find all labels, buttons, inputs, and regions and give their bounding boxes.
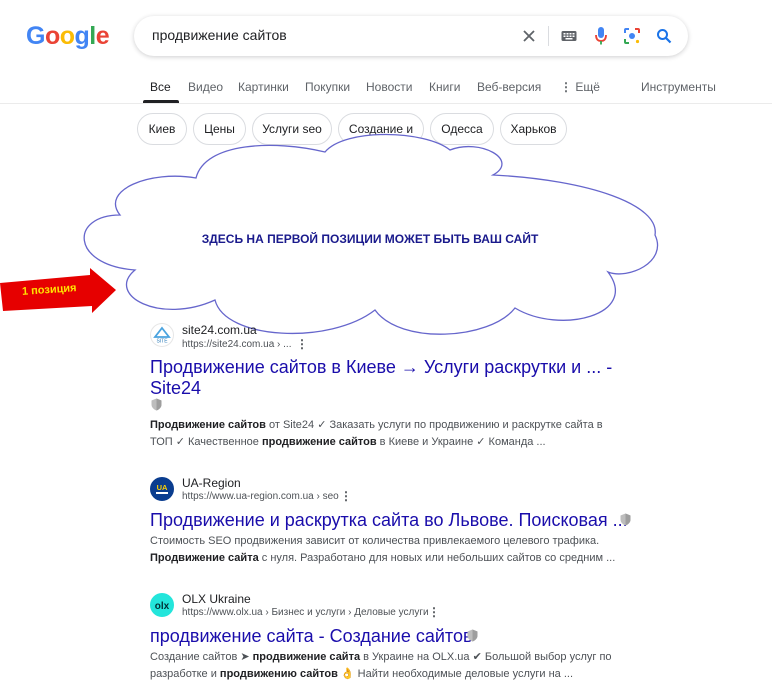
snippet-bold: Продвижение сайтов — [150, 419, 266, 431]
snippet-bold: продвижению сайтов — [219, 668, 338, 680]
shield-icon[interactable] — [151, 398, 162, 411]
snippet-bold: Продвижение сайта — [150, 552, 259, 564]
svg-text:SITE: SITE — [156, 339, 168, 345]
result-url[interactable]: https://site24.com.ua › ... — [182, 339, 292, 350]
result-title[interactable]: Продвижение и раскрутка сайта во Львове.… — [150, 510, 628, 531]
result-site-name[interactable]: site24.com.ua — [182, 323, 257, 337]
result-url[interactable]: https://www.ua-region.com.ua › seo — [182, 491, 339, 502]
result-title[interactable]: Продвижение сайтов в Киеве → Услуги раск… — [150, 357, 612, 378]
snippet-text: разработке и — [150, 668, 220, 680]
snippet-text: с нуля. Разработано для новых или неболь… — [258, 552, 616, 564]
result-site-name[interactable]: UA-Region — [182, 476, 241, 490]
result-snippet-line: Создание сайтов ➤ продвижение сайта в Ук… — [150, 649, 612, 666]
result-snippet-line: разработке и продвижению сайтов 👌 Найти … — [150, 666, 573, 683]
promo-cloud — [0, 133, 659, 335]
result-snippet-line: ТОП ✓ Качественное продвижение сайтов в … — [150, 434, 546, 451]
snippet-text: в Украине на OLX.ua ✔ Большой выбор услу… — [360, 651, 612, 663]
promo-cloud-text: ЗДЕСЬ НА ПЕРВОЙ ПОЗИЦИИ МОЖЕТ БЫТЬ ВАШ С… — [201, 232, 539, 246]
snippet-text: Создание сайтов ➤ — [150, 651, 253, 663]
svg-text:UA: UA — [157, 483, 168, 492]
result-site-name[interactable]: OLX Ukraine — [182, 592, 251, 606]
snippet-bold: продвижение сайтов — [261, 436, 377, 448]
snippet-text: ТОП ✓ Качественное — [150, 436, 262, 448]
more-options-icon[interactable]: ⋮ — [296, 337, 308, 351]
snippet-text: Стоимость SEO продвижения зависит от кол… — [150, 535, 600, 547]
olx-favicon-icon: olx — [150, 593, 174, 617]
result-snippet-line: Продвижение сайтов от Site24 ✓ Заказать … — [150, 417, 603, 434]
ua-region-favicon-icon: UA — [150, 477, 174, 501]
snippet-bold: продвижение сайта — [252, 651, 361, 663]
result-url[interactable]: https://www.olx.ua › Бизнес и услуги › Д… — [182, 607, 429, 618]
result-title-continued[interactable]: Site24 — [150, 378, 201, 399]
snippet-text: в Киеве и Украине ✓ Команда ... — [376, 436, 546, 448]
result-snippet-line: Стоимость SEO продвижения зависит от кол… — [150, 533, 599, 550]
snippet-text: 👌 Найти необходимые деловые услуги на ..… — [337, 668, 573, 680]
site24-favicon-icon: SITE — [150, 323, 174, 347]
svg-text:olx: olx — [155, 601, 170, 612]
result-title[interactable]: продвижение сайта - Создание сайтов — [150, 626, 473, 647]
shield-icon[interactable] — [620, 513, 631, 526]
more-options-icon[interactable]: ⋮ — [428, 605, 440, 619]
result-snippet-line: Продвижение сайта с нуля. Разработано дл… — [150, 550, 615, 567]
snippet-text: от Site24 ✓ Заказать услуги по продвижен… — [265, 419, 603, 431]
shield-icon[interactable] — [467, 629, 478, 642]
more-options-icon[interactable]: ⋮ — [340, 489, 352, 503]
